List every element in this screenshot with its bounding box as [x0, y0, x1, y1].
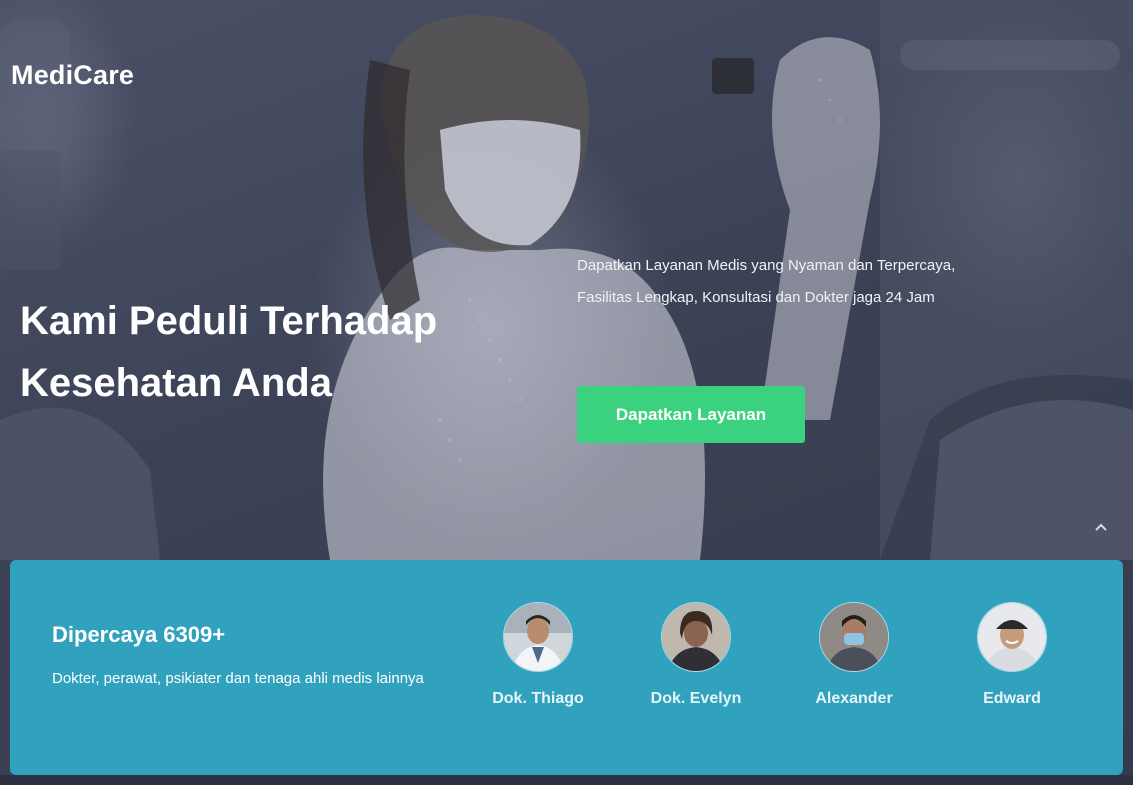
doctor-card[interactable]: Edward: [947, 602, 1077, 708]
avatar: [503, 602, 573, 672]
doctor-name: Dok. Thiago: [492, 690, 584, 707]
doctor-name: Alexander: [815, 690, 893, 707]
doctor-name: Edward: [983, 690, 1041, 707]
trust-panel: Dipercaya 6309+ Dokter, perawat, psikiat…: [10, 560, 1123, 775]
avatar: [661, 602, 731, 672]
avatar: [819, 602, 889, 672]
doctor-card[interactable]: Dok. Thiago: [473, 602, 603, 708]
brand-logo[interactable]: MediCare: [11, 60, 134, 91]
hero-headline: Kami Peduli Terhadap Kesehatan Anda: [20, 299, 438, 405]
doctor-name: Dok. Evelyn: [650, 690, 742, 707]
get-service-button[interactable]: Dapatkan Layanan: [577, 386, 805, 443]
doctor-card[interactable]: Dok. Evelyn: [631, 602, 761, 708]
scroll-to-top-button[interactable]: [1090, 516, 1112, 538]
trust-title: Dipercaya 6309+: [52, 622, 226, 647]
page-bottom-edge: [0, 775, 1133, 785]
doctor-card[interactable]: Alexander: [789, 602, 919, 708]
chevron-up-icon: [1095, 523, 1107, 531]
trust-subtitle: Dokter, perawat, psikiater dan tenaga ah…: [52, 670, 424, 687]
avatar: [977, 602, 1047, 672]
hero-description: Dapatkan Layanan Medis yang Nyaman dan T…: [577, 257, 956, 306]
